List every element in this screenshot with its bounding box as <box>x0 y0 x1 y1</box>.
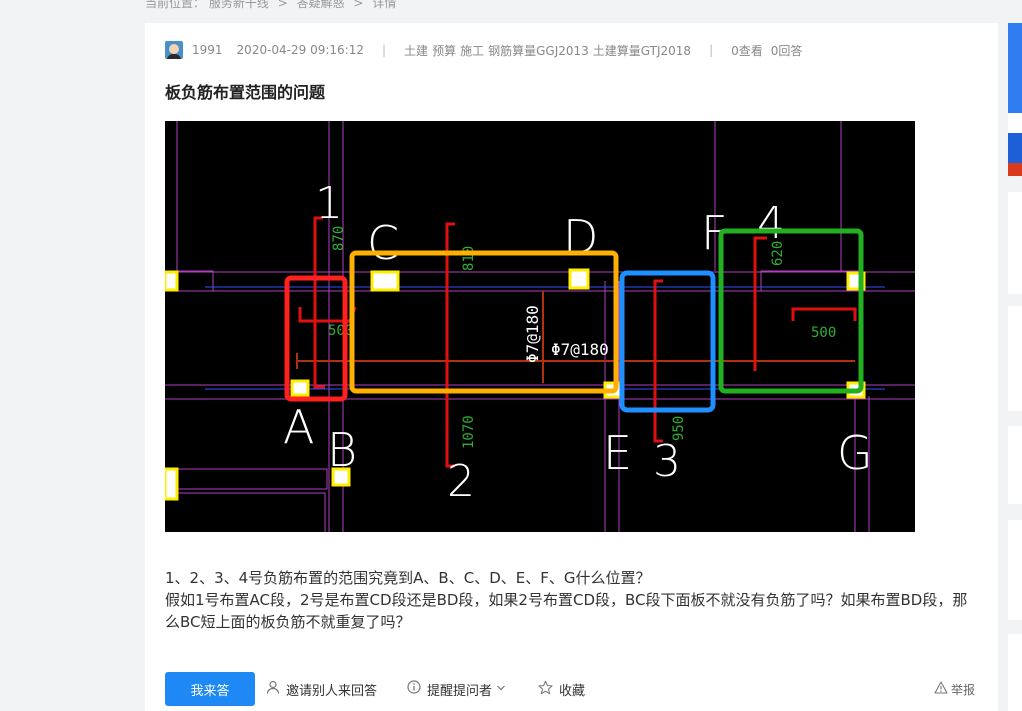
meta-divider: | <box>382 43 387 57</box>
breadcrumb-current: 详情 <box>372 0 397 10</box>
user-name[interactable]: 1991 <box>192 43 223 57</box>
action-bar: 我来答 邀请别人来回答 提醒提问者 收藏 举报 <box>165 672 980 706</box>
breadcrumb-separator: > <box>277 0 288 10</box>
warning-icon <box>934 680 948 698</box>
ad-banner-block <box>1008 113 1022 133</box>
dim-label: 870 <box>331 226 347 251</box>
info-icon <box>407 680 421 698</box>
tag[interactable]: 土建 <box>404 42 428 59</box>
invite-label: 邀请别人来回答 <box>286 683 378 699</box>
dim-label: 500 <box>811 325 836 341</box>
highlight-box-green <box>718 228 864 394</box>
sidebar-panel <box>1008 306 1022 411</box>
rebar-spec-label: Φ7@180 <box>523 305 542 363</box>
invite-button[interactable]: 邀请别人来回答 <box>266 672 377 706</box>
breadcrumb-separator: > <box>353 0 364 10</box>
rebar-number: 2 <box>447 456 475 507</box>
answer-button[interactable]: 我来答 <box>165 672 255 706</box>
answer-count: 0回答 <box>770 43 803 58</box>
axis-letter: E <box>603 426 632 480</box>
question-card: 1991 2020-04-29 09:16:12 | 土建 预算 施工 钢筋算量… <box>145 23 998 711</box>
ad-banner-block <box>1008 163 1022 176</box>
question-title: 板负筋布置范围的问题 <box>165 83 326 102</box>
rebar-number: 1 <box>315 178 343 229</box>
report-label: 举报 <box>951 682 976 697</box>
question-body: 1、2、3、4号负筋布置的范围究竟到A、B、C、D、E、F、G什么位置？ 假如1… <box>165 567 975 633</box>
sidebar-panel <box>1008 634 1022 711</box>
tag[interactable]: 钢筋算量GGJ2013 <box>488 42 589 59</box>
tag[interactable]: 预算 <box>432 42 456 59</box>
star-icon <box>538 680 553 699</box>
tag[interactable]: 施工 <box>460 42 484 59</box>
sidebar-panel <box>1008 192 1022 294</box>
breadcrumb-link-service[interactable]: 服务新干线 <box>209 0 269 10</box>
cad-drawing: 870 810 500 1070 950 620 500 Φ7@180 Φ7@1… <box>165 121 915 532</box>
dim-label: 810 <box>461 246 477 271</box>
remind-label: 提醒提问者 <box>427 683 493 699</box>
rebar-number: 3 <box>653 436 681 487</box>
question-text-line: 1、2、3、4号负筋布置的范围究竟到A、B、C、D、E、F、G什么位置？ <box>165 569 651 587</box>
dim-label: 1070 <box>461 415 477 449</box>
ad-banner[interactable] <box>1008 23 1022 176</box>
collect-label: 收藏 <box>559 683 586 699</box>
breadcrumb-link-qa[interactable]: 答疑解惑 <box>297 0 345 10</box>
sidebar-panel <box>1008 426 1022 504</box>
view-count: 0查看 <box>731 43 763 58</box>
tag[interactable]: 土建算量GTJ2018 <box>593 42 691 59</box>
breadcrumb-prefix: 当前位置： <box>145 0 206 10</box>
rebar-number: 4 <box>757 198 785 249</box>
meta-divider: | <box>709 43 714 57</box>
post-time: 2020-04-29 09:16:12 <box>236 43 364 57</box>
axis-letter: D <box>563 210 598 264</box>
report-button[interactable]: 举报 <box>934 672 975 706</box>
question-meta: 1991 2020-04-29 09:16:12 | 土建 预算 施工 钢筋算量… <box>165 40 810 60</box>
breadcrumb: 当前位置： 服务新干线 > 答疑解惑 > 详情 <box>145 0 396 11</box>
sidebar-panel <box>1008 520 1022 620</box>
axis-letter: G <box>837 426 873 480</box>
user-icon <box>266 680 280 698</box>
rebar-spec-label: Φ7@180 <box>551 340 609 359</box>
question-text-line: 假如1号布置AC段，2号是布置CD段还是BD段，如果2号布置CD段，BC段下面板… <box>165 591 968 631</box>
collect-button[interactable]: 收藏 <box>538 672 585 706</box>
chevron-down-icon <box>496 681 506 697</box>
axis-letter: B <box>327 423 357 477</box>
remind-asker-button[interactable]: 提醒提问者 <box>407 672 506 706</box>
right-sidebar <box>1008 0 1022 711</box>
axis-letter: C <box>367 216 399 270</box>
avatar[interactable] <box>165 41 183 59</box>
axis-letter: A <box>283 400 314 454</box>
ad-banner-block <box>1008 23 1022 113</box>
cad-drawing-image[interactable]: 870 810 500 1070 950 620 500 Φ7@180 Φ7@1… <box>165 121 915 532</box>
